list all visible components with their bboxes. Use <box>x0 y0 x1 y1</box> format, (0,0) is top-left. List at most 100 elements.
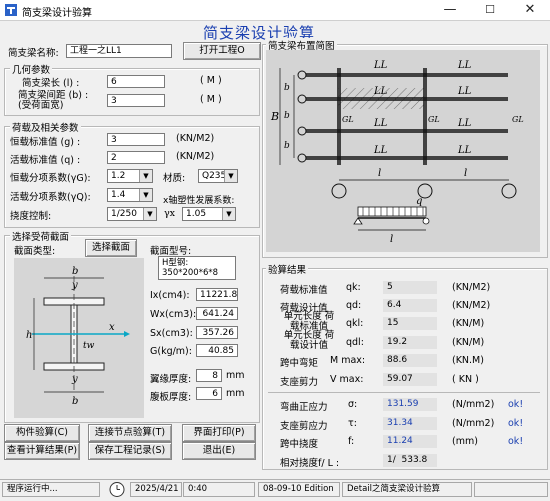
dim-y-bottom: y <box>71 374 78 385</box>
wx-label: Wx(cm3): <box>150 309 197 320</box>
status-time: 0:40 <box>183 482 255 497</box>
result-unit-4: (KN/M) <box>452 337 485 348</box>
status-detail: Detail之简支梁设计验算 <box>342 482 472 497</box>
view-results-button[interactable]: 查看计算结果(P) <box>4 442 80 460</box>
material-select[interactable]: Q235 ▼ <box>198 169 238 183</box>
h-section-diagram: b y h x tw y b <box>26 266 130 407</box>
sx-label: Sx(cm3): <box>150 328 193 339</box>
chevron-down-icon: ▼ <box>224 170 237 182</box>
wx-value: 641.24 <box>196 307 238 320</box>
live-load-label: 活载标准值 (q) : <box>10 155 81 166</box>
dim-h: h <box>26 330 32 341</box>
section-group-title: 选择受荷截面 <box>10 229 72 243</box>
g-value: 40.85 <box>196 344 238 357</box>
girder-label-2: GL <box>428 115 440 124</box>
live-factor-select[interactable]: 1.4 ▼ <box>107 188 153 202</box>
check-value-1: 131.59 <box>383 398 437 411</box>
span-label-1: l <box>378 168 381 179</box>
results-divider <box>268 392 540 393</box>
result-value-4: 19.2 <box>383 336 437 349</box>
beam-label-1: LL <box>373 60 388 71</box>
status-edition: 08-09-10 Edition <box>258 482 340 497</box>
web-thickness-label: 腹板厚度: <box>150 392 192 403</box>
relative-deflection-prefix: 1/ <box>387 455 396 465</box>
chevron-down-icon: ▼ <box>222 208 235 220</box>
section-model-box[interactable]: H型钢: 350*200*6*8 <box>158 256 236 280</box>
check-value-2: 31.34 <box>383 417 437 430</box>
member-check-button[interactable]: 构件验算(C) <box>4 424 80 442</box>
result-unit-3: (KN/M) <box>452 318 485 329</box>
deflection-control-value: 1/250 <box>111 209 137 219</box>
loads-group-title: 荷载及相关参数 <box>10 120 81 134</box>
section-drawing: b y h x tw y b <box>14 258 144 418</box>
beam-label-4: LL <box>457 86 472 97</box>
check-unit-1: (N/mm2) <box>452 399 495 410</box>
material-label: 材质: <box>163 173 186 184</box>
live-factor-value: 1.4 <box>111 190 126 200</box>
section-model-label: 截面型号: <box>150 246 192 257</box>
calendar-icon <box>106 481 128 498</box>
result-value-2: 6.4 <box>383 299 437 312</box>
status-running: 程序运行中... <box>2 482 100 497</box>
beam-layout-diagram: LL LL LL LL LL LL LL LL B b b b GL GL GL… <box>270 60 524 245</box>
sx-value: 357.26 <box>196 326 238 339</box>
dim-y-top: y <box>71 280 78 291</box>
check-symbol-1: σ: <box>348 399 358 410</box>
check-status-2: ok! <box>508 418 524 429</box>
connection-check-button[interactable]: 连接节点验算(T) <box>88 424 172 442</box>
live-load-unit: (KN/M2) <box>176 151 215 162</box>
deflection-control-label: 挠度控制: <box>10 211 52 222</box>
result-value-3: 15 <box>383 317 437 330</box>
layout-diagram: LL LL LL LL LL LL LL LL B b b b GL GL GL… <box>266 50 540 252</box>
gamma-x-value: 1.05 <box>186 209 207 219</box>
web-thickness-input[interactable]: 6 <box>196 387 222 400</box>
dead-load-label: 恒载标准值 (g) : <box>10 137 81 148</box>
check-value-3: 11.24 <box>383 435 437 448</box>
beam-label-6: LL <box>457 118 472 129</box>
result-unit-1: (KN/M2) <box>452 282 491 293</box>
result-unit-6: ( KN ) <box>452 374 479 385</box>
dead-load-unit: (KN/M2) <box>176 133 215 144</box>
save-project-button[interactable]: 保存工程记录(S) <box>88 442 172 460</box>
check-symbol-2: τ: <box>348 418 357 429</box>
print-button[interactable]: 界面打印(P) <box>182 424 256 442</box>
beam-label-8: LL <box>457 145 472 156</box>
minimize-button[interactable]: — <box>430 0 470 20</box>
spacing-input[interactable]: 3 <box>107 94 165 107</box>
dead-factor-label: 恒载分项系数(γG): <box>10 173 91 184</box>
deflection-control-select[interactable]: 1/250 ▼ <box>107 207 157 221</box>
span-input[interactable]: 6 <box>107 75 165 88</box>
status-empty <box>474 482 548 497</box>
chevron-down-icon: ▼ <box>139 189 152 201</box>
web-thickness-unit: mm <box>226 388 245 399</box>
beam-label-7: LL <box>373 145 388 156</box>
width-label-3: b <box>284 141 290 151</box>
check-unit-2: (N/mm2) <box>452 418 495 429</box>
open-project-button[interactable]: 打开工程O <box>183 42 261 60</box>
result-label-4: 单元长度 荷载设计值 <box>283 330 335 351</box>
relative-deflection-value: 533.8 <box>401 455 428 465</box>
maximize-button[interactable]: ☐ <box>470 0 510 20</box>
flange-thickness-input[interactable]: 8 <box>196 369 222 382</box>
result-symbol-4: qdl: <box>346 337 364 348</box>
beam-name-input[interactable]: 工程一之LL1 <box>66 44 172 58</box>
result-unit-2: (KN/M2) <box>452 300 491 311</box>
title-bar: 简支梁设计验算 — ☐ ✕ <box>0 0 550 21</box>
ix-label: Ix(cm4): <box>150 290 190 301</box>
gamma-x-select[interactable]: 1.05 ▼ <box>182 207 236 221</box>
close-button[interactable]: ✕ <box>510 0 550 20</box>
dim-b-top: b <box>72 266 78 277</box>
dead-load-input[interactable]: 3 <box>107 133 165 146</box>
load-label: q <box>416 196 422 207</box>
ix-value: 11221.81 <box>196 288 238 301</box>
status-date: 2025/4/21 <box>130 482 182 497</box>
live-load-input[interactable]: 2 <box>107 151 165 164</box>
span-unit: ( M ) <box>200 75 222 86</box>
exit-button[interactable]: 退出(E) <box>182 442 256 460</box>
dead-factor-select[interactable]: 1.2 ▼ <box>107 169 153 183</box>
results-group-title: 验算结果 <box>266 262 309 276</box>
result-label-3: 单元长度 荷载标准值 <box>283 311 335 332</box>
result-value-6: 59.07 <box>383 373 437 386</box>
check-label-2: 支座剪应力 <box>280 421 328 432</box>
select-section-button[interactable]: 选择截面 <box>85 239 137 257</box>
